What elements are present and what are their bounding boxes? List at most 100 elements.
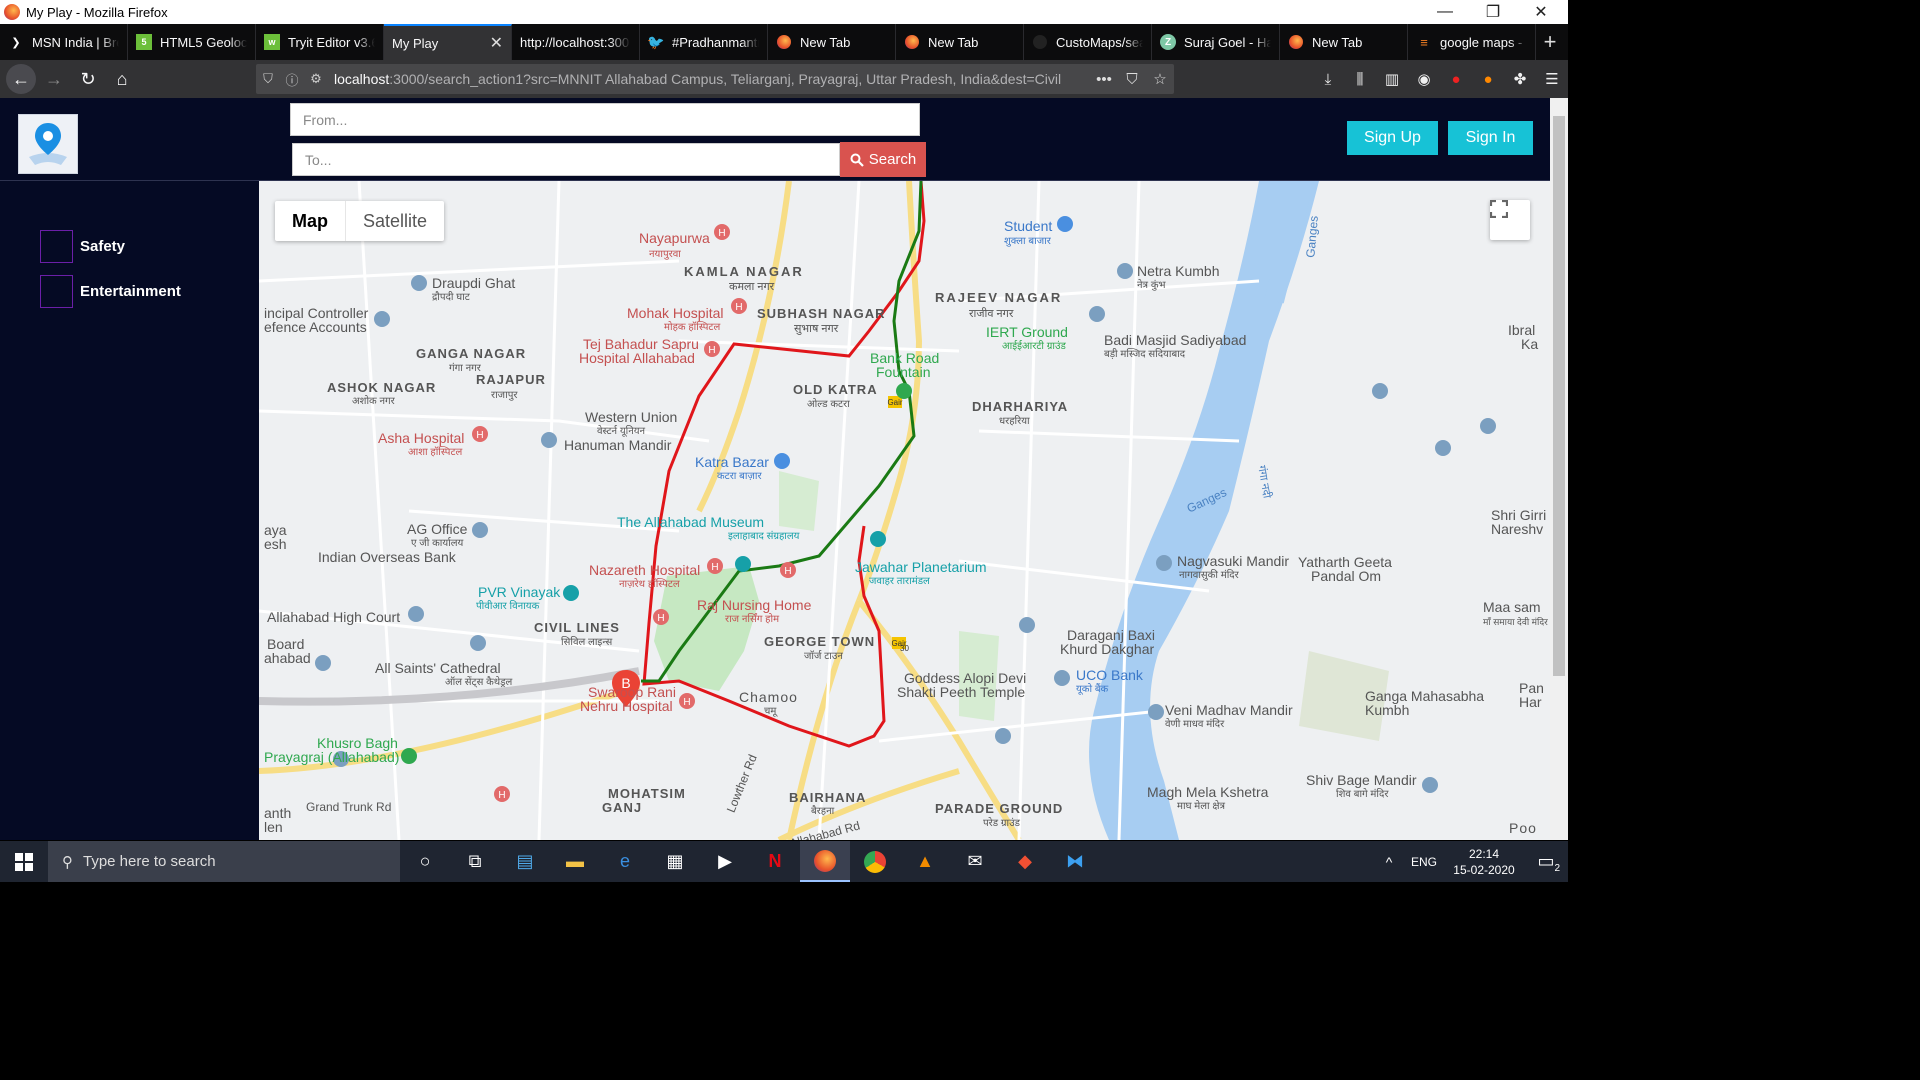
map-view[interactable]: B Gair Gair H H H H H H H H H Nayapurwa … — [259, 181, 1550, 840]
map-type-map-button[interactable]: Map — [275, 201, 346, 241]
media-icon[interactable]: ▶ — [700, 841, 750, 882]
shield-icon[interactable]: ⛉ — [256, 71, 280, 87]
hospital-icon[interactable]: H — [731, 298, 747, 314]
chevron-up-icon[interactable]: ^ — [1374, 841, 1404, 882]
file-explorer-icon[interactable]: ▬ — [550, 841, 600, 882]
close-tab-icon[interactable]: ✕ — [490, 33, 503, 53]
tab-suraj-goel[interactable]: Z Suraj Goel - Ha — [1152, 24, 1280, 60]
network-app-icon[interactable]: ▤ — [500, 841, 550, 882]
sidebar-icon[interactable]: ▥ — [1376, 63, 1408, 95]
safety-checkbox[interactable] — [40, 230, 73, 263]
close-window-button[interactable]: ✕ — [1518, 0, 1564, 24]
tab-google-maps[interactable]: ≡ google maps - — [1408, 24, 1536, 60]
extension-multi-icon[interactable]: ✤ — [1504, 63, 1536, 95]
search-button[interactable]: Search — [840, 142, 926, 177]
bookmark-star-icon[interactable]: ☆ — [1146, 70, 1174, 88]
home-button[interactable]: ⌂ — [106, 63, 138, 95]
vscode-icon[interactable]: ⧓ — [1050, 841, 1100, 882]
cortana-icon[interactable]: ○ — [400, 841, 450, 882]
shopping-icon[interactable] — [774, 453, 790, 469]
tab-my-play[interactable]: My Play ✕ — [384, 24, 512, 60]
mail-icon[interactable]: ✉ — [950, 841, 1000, 882]
pocket-icon[interactable]: ⛉ — [1118, 71, 1146, 88]
chrome-icon[interactable] — [850, 841, 900, 882]
bank-icon[interactable] — [1054, 670, 1070, 686]
taskbar-search-box[interactable]: ⚲ Type here to search — [48, 841, 400, 882]
hospital-icon[interactable]: H — [714, 224, 730, 240]
mosque-icon[interactable] — [1089, 306, 1105, 322]
cinema-icon[interactable] — [563, 585, 579, 601]
extension-red-icon[interactable]: ● — [1440, 63, 1472, 95]
library-icon[interactable]: ⫼ — [1344, 63, 1376, 95]
back-button[interactable]: ← — [6, 64, 36, 94]
language-indicator[interactable]: ENG — [1404, 855, 1444, 869]
git-icon[interactable]: ◆ — [1000, 841, 1050, 882]
menu-icon[interactable]: ☰ — [1536, 63, 1568, 95]
map-type-satellite-button[interactable]: Satellite — [346, 201, 444, 241]
temple-icon[interactable] — [1148, 704, 1164, 720]
restore-button[interactable]: ❐ — [1470, 0, 1516, 24]
tab-msn[interactable]: ❯ MSN India | Bre — [0, 24, 128, 60]
map-canvas[interactable]: B Gair Gair H H H H H H H H H Nayapurwa … — [259, 181, 1550, 840]
edge-icon[interactable]: e — [600, 841, 650, 882]
download-icon[interactable]: ⤓ — [1312, 63, 1344, 95]
task-view-icon[interactable]: ⧉ — [450, 841, 500, 882]
firefox-taskbar-icon[interactable] — [800, 841, 850, 882]
temple-icon[interactable] — [1422, 777, 1438, 793]
forward-button[interactable]: → — [38, 63, 70, 95]
from-input[interactable] — [290, 103, 920, 136]
filter-safety[interactable]: Safety — [40, 230, 125, 263]
reload-button[interactable]: ↻ — [72, 63, 104, 95]
tab-html5-geolocation[interactable]: 5 HTML5 Geoloca — [128, 24, 256, 60]
hospital-icon[interactable]: H — [780, 562, 796, 578]
sign-up-button[interactable]: Sign Up — [1347, 121, 1438, 155]
church-icon[interactable] — [470, 635, 486, 651]
page-actions-button[interactable]: ••• — [1090, 71, 1118, 88]
hospital-icon[interactable]: H — [704, 341, 720, 357]
store-icon[interactable]: ▦ — [650, 841, 700, 882]
temple-icon[interactable] — [1435, 440, 1451, 456]
minimize-button[interactable]: — — [1422, 0, 1468, 24]
tab-localhost[interactable]: http://localhost:300 — [512, 24, 640, 60]
hospital-icon[interactable]: H — [472, 426, 488, 442]
permissions-icon[interactable]: ⚙ — [304, 71, 328, 87]
info-icon[interactable]: ⓘ — [280, 70, 304, 89]
to-input[interactable] — [292, 143, 840, 176]
government-icon[interactable] — [315, 655, 331, 671]
temple-icon[interactable] — [1480, 418, 1496, 434]
temple-icon[interactable] — [1156, 555, 1172, 571]
park-icon[interactable] — [401, 748, 417, 764]
notifications-button[interactable]: ▭ 2 — [1524, 841, 1568, 882]
tab-new-tab-2[interactable]: New Tab — [896, 24, 1024, 60]
hospital-icon[interactable]: H — [653, 609, 669, 625]
extension-orange-icon[interactable]: ● — [1472, 63, 1504, 95]
planetarium-icon[interactable] — [870, 531, 886, 547]
entertainment-checkbox[interactable] — [40, 275, 73, 308]
government-icon[interactable] — [472, 522, 488, 538]
clock[interactable]: 22:14 15-02-2020 — [1444, 846, 1524, 878]
account-icon[interactable]: ◉ — [1408, 63, 1440, 95]
page-scrollbar[interactable] — [1550, 98, 1568, 840]
sign-in-button[interactable]: Sign In — [1448, 121, 1533, 155]
temple-icon[interactable] — [1117, 263, 1133, 279]
url-text[interactable]: localhost:3000/search_action1?src=MNNIT … — [328, 71, 1090, 87]
temple-icon[interactable] — [1372, 383, 1388, 399]
fullscreen-button[interactable] — [1490, 200, 1530, 240]
tab-twitter[interactable]: 🐦 #Pradhanmantr — [640, 24, 768, 60]
tab-customaps[interactable]: CustoMaps/sea — [1024, 24, 1152, 60]
hospital-icon[interactable]: H — [494, 786, 510, 802]
hospital-icon[interactable]: H — [679, 693, 695, 709]
bank-icon[interactable] — [1019, 617, 1035, 633]
app-logo[interactable] — [18, 114, 78, 174]
filter-entertainment[interactable]: Entertainment — [40, 275, 181, 308]
netflix-icon[interactable]: N — [750, 841, 800, 882]
fountain-icon[interactable] — [896, 383, 912, 399]
tab-tryit-editor[interactable]: w Tryit Editor v3.6 — [256, 24, 384, 60]
shopping-icon[interactable] — [1057, 216, 1073, 232]
temple-icon[interactable] — [411, 275, 427, 291]
government-icon[interactable] — [408, 606, 424, 622]
tab-new-tab-1[interactable]: New Tab — [768, 24, 896, 60]
temple-icon[interactable] — [995, 728, 1011, 744]
url-bar[interactable]: ⛉ ⓘ ⚙ localhost:3000/search_action1?src=… — [256, 64, 1174, 94]
government-icon[interactable] — [374, 311, 390, 327]
